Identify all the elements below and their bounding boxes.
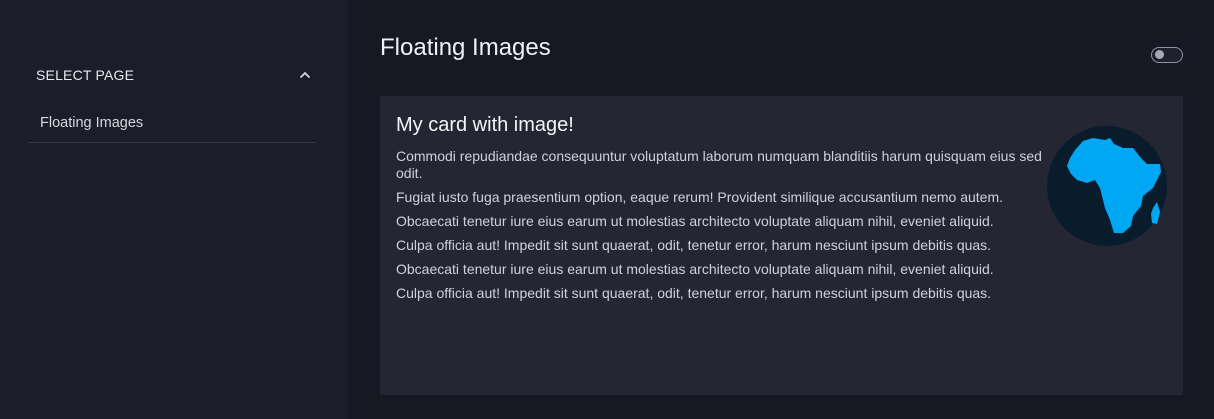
africa-globe-icon [1047,126,1167,246]
chevron-up-icon[interactable] [298,68,312,82]
page-title: Floating Images [380,34,551,61]
sidebar-item-label: Floating Images [40,115,144,131]
sidebar-item-floating-images[interactable]: Floating Images [28,104,316,142]
main-content: Floating Images My card with image! Comm… [348,0,1214,419]
card-paragraph: Obcaecati tenetur iure eius earum ut mol… [396,261,994,277]
theme-toggle[interactable] [1151,47,1183,63]
toggle-knob [1154,50,1164,59]
app-root: SELECT PAGE Floating Images Floating Ima… [0,0,1214,419]
page-list: Floating Images [28,104,316,143]
sidebar: SELECT PAGE Floating Images [0,0,348,419]
select-page-title: SELECT PAGE [36,67,135,83]
card-paragraph: Culpa officia aut! Impedit sit sunt quae… [396,285,992,301]
select-page-header[interactable]: SELECT PAGE [28,56,316,94]
image-card: My card with image! Commodi repudiandae … [380,96,1183,395]
